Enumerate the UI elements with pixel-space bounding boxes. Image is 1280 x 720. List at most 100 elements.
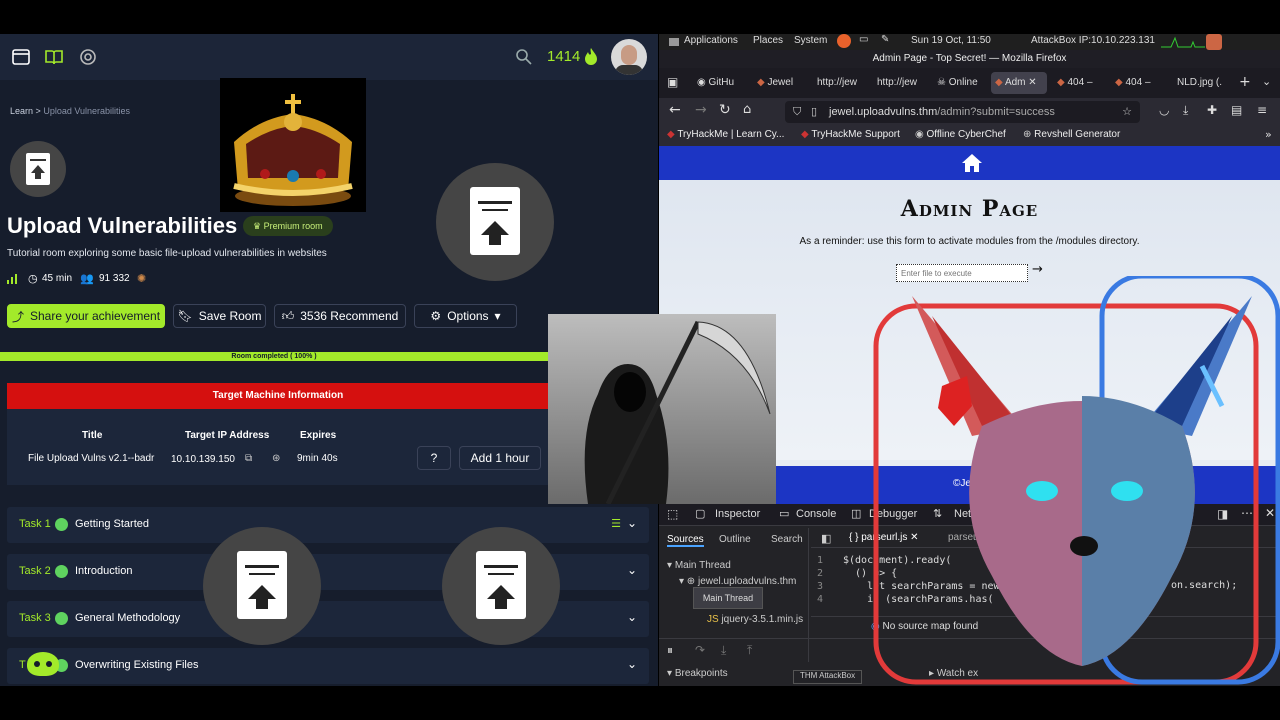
bookmark-star-icon[interactable]: ☆ bbox=[1122, 101, 1132, 123]
tab-inspector[interactable]: Inspector bbox=[715, 508, 760, 520]
tree-host-label: jewel.uploadvulns.thm bbox=[697, 576, 797, 587]
tab-console[interactable]: Console bbox=[796, 508, 836, 520]
task-row-4[interactable]: T Overwriting Existing Files ⌄ bbox=[7, 648, 649, 684]
firefox-launcher-icon[interactable] bbox=[837, 34, 851, 48]
home-icon[interactable] bbox=[961, 153, 983, 173]
window-icon[interactable] bbox=[11, 47, 31, 67]
close-icon[interactable]: ✕ bbox=[1028, 77, 1036, 88]
bookmark-thm-support[interactable]: ◆ TryHackMe Support bbox=[801, 129, 900, 140]
tab-admin-active[interactable]: ◆ Adm ✕ bbox=[991, 72, 1047, 94]
hamburger-menu-icon[interactable]: ≡ bbox=[1257, 103, 1267, 117]
tab-github[interactable]: ◉ GitHu bbox=[693, 72, 747, 94]
share-achievement-button[interactable]: ⤴ Share your achievement bbox=[7, 304, 165, 328]
extensions-icon[interactable]: ✚ bbox=[1207, 103, 1217, 117]
menu-system[interactable]: System bbox=[794, 35, 827, 46]
submit-arrow-button[interactable]: → bbox=[1032, 262, 1043, 277]
bookmark-revshell[interactable]: ⊕ Revshell Generator bbox=[1023, 129, 1120, 140]
screen: 1414 Learn > Upload Vulnerabilities Uplo… bbox=[0, 0, 1280, 720]
save-room-button[interactable]: 🔖︎ Save Room bbox=[173, 304, 266, 328]
toggle-sidebar-icon[interactable]: ◧ bbox=[821, 532, 831, 545]
tab-search[interactable]: Search bbox=[771, 534, 803, 545]
line-number: 1 bbox=[817, 555, 824, 566]
tab-http-2[interactable]: http://jew bbox=[873, 72, 927, 94]
tab-label: GitHu bbox=[708, 77, 735, 88]
task-number: Task 2 bbox=[19, 565, 51, 577]
tree-jquery-label: jquery-3.5.1.min.js bbox=[721, 614, 804, 625]
target-icon[interactable] bbox=[78, 47, 98, 67]
breadcrumb-learn[interactable]: Learn bbox=[10, 106, 33, 116]
more-bookmarks-icon[interactable]: » bbox=[1265, 128, 1272, 141]
breakpoints-label: Breakpoints bbox=[674, 668, 728, 679]
editor-launcher-icon[interactable]: ✎ bbox=[881, 34, 889, 45]
tab-list-chevron-icon[interactable]: ⌄ bbox=[1262, 75, 1271, 88]
menu-applications[interactable]: Applications bbox=[684, 35, 738, 46]
users-icon: 👥 bbox=[80, 272, 94, 285]
task-row-1[interactable]: Task 1 Getting Started ☰ ⌄ bbox=[7, 507, 649, 543]
tab-http-1[interactable]: http://jew bbox=[813, 72, 867, 94]
admin-reminder: As a reminder: use this form to activate… bbox=[799, 236, 1140, 247]
breakpoints-section[interactable]: ▾ Breakpoints bbox=[667, 668, 728, 679]
back-button[interactable]: ← bbox=[669, 102, 681, 118]
avatar[interactable] bbox=[611, 39, 647, 75]
bookmark-cyberchef[interactable]: ◉ Offline CyberChef bbox=[915, 129, 1006, 140]
tab-404-2[interactable]: ◆ 404 – bbox=[1111, 72, 1165, 94]
attackbox-ip: AttackBox IP:10.10.223.131 bbox=[1031, 35, 1155, 46]
add-hour-button[interactable]: Add 1 hour bbox=[459, 446, 541, 470]
forward-button[interactable]: → bbox=[695, 102, 707, 118]
github-icon: ◉ bbox=[697, 77, 706, 88]
tree-main-label: Main Thread bbox=[674, 560, 731, 571]
machine-title: File Upload Vulns v2.1--badr bbox=[28, 453, 155, 464]
menu-places[interactable]: Places bbox=[753, 35, 783, 46]
bookmark-tryhackme[interactable]: ◆ TryHackMe | Learn Cy... bbox=[667, 129, 784, 140]
tab-label: Online bbox=[948, 77, 978, 88]
step-over-icon[interactable]: ↷ bbox=[695, 643, 705, 657]
shield-icon[interactable]: ⛉ bbox=[793, 101, 801, 123]
step-out-icon[interactable]: ⤒ bbox=[747, 643, 752, 658]
skull-icon: ☠ bbox=[937, 77, 946, 88]
recommend-button-label: 3536 Recommend bbox=[300, 309, 399, 323]
terminal-launcher-icon[interactable]: ▭ bbox=[859, 34, 868, 45]
upload-file-icon bbox=[436, 163, 554, 281]
copy-icon[interactable]: ⧉ bbox=[245, 453, 252, 464]
tab-404-1[interactable]: ◆ 404 – bbox=[1053, 72, 1107, 94]
taskbar-attackbox[interactable]: THM AttackBox bbox=[793, 670, 863, 684]
url-bar[interactable]: ⛉ ▯ jewel.uploadvulns.thm/admin?submit=s… bbox=[785, 101, 1140, 123]
navigation-bar: ← → ↻ ⌂ ⛉ ▯ jewel.uploadvulns.thm/admin?… bbox=[659, 98, 1280, 126]
app-menu-icon[interactable] bbox=[667, 34, 681, 48]
task-number: Task 3 bbox=[19, 612, 51, 624]
tree-jquery[interactable]: JS jquery-3.5.1.min.js bbox=[707, 614, 803, 625]
container-icon[interactable]: ▤ bbox=[1231, 103, 1242, 117]
picker-icon[interactable]: ⬚ bbox=[667, 507, 678, 521]
tree-host[interactable]: ▾ ⊕ jewel.uploadvulns.thm bbox=[679, 576, 796, 587]
clock-icon: ◷ bbox=[28, 272, 38, 285]
tab-label: Jewel bbox=[767, 77, 794, 88]
tab-sources[interactable]: Sources bbox=[667, 534, 704, 547]
machine-ip[interactable]: 10.10.139.150 bbox=[171, 454, 235, 465]
step-in-icon[interactable]: ⤓ bbox=[721, 643, 726, 658]
col-expires-header: Expires bbox=[300, 430, 337, 441]
tray-icon[interactable] bbox=[1206, 34, 1222, 50]
refresh-icon[interactable]: ⊛ bbox=[272, 453, 280, 464]
home-button[interactable]: ⌂ bbox=[743, 102, 751, 117]
new-tab-button[interactable]: + bbox=[1239, 74, 1251, 90]
reload-button[interactable]: ↻ bbox=[719, 102, 731, 118]
search-icon[interactable] bbox=[514, 47, 534, 67]
recommend-button[interactable]: 👍︎ 3536 Recommend bbox=[274, 304, 406, 328]
tree-main-thread[interactable]: ▾ Main Thread bbox=[667, 560, 731, 571]
tab-jewel[interactable]: ◆ Jewel bbox=[753, 72, 805, 94]
book-icon[interactable] bbox=[44, 47, 64, 67]
tab-online[interactable]: ☠ Online bbox=[933, 72, 989, 94]
premium-badge: ♛ Premium room bbox=[243, 216, 333, 236]
tab-outline[interactable]: Outline bbox=[719, 534, 751, 545]
share-icon: ⤴ bbox=[11, 309, 24, 324]
chevron-down-icon: ⌄ bbox=[626, 516, 637, 530]
crown-image bbox=[220, 78, 366, 212]
pause-icon[interactable]: ⏸ bbox=[667, 643, 673, 658]
tab-overview-icon[interactable]: ▣ bbox=[667, 75, 678, 89]
tab-nld[interactable]: NLD.jpg (. bbox=[1173, 72, 1229, 94]
pocket-icon[interactable]: ◡ bbox=[1159, 103, 1169, 117]
options-button[interactable]: ⚙ Options ▾ bbox=[414, 304, 517, 328]
help-button[interactable]: ? bbox=[417, 446, 451, 470]
downloads-icon[interactable]: ⤓ bbox=[1183, 103, 1188, 118]
breadcrumb-separator: > bbox=[35, 106, 41, 116]
